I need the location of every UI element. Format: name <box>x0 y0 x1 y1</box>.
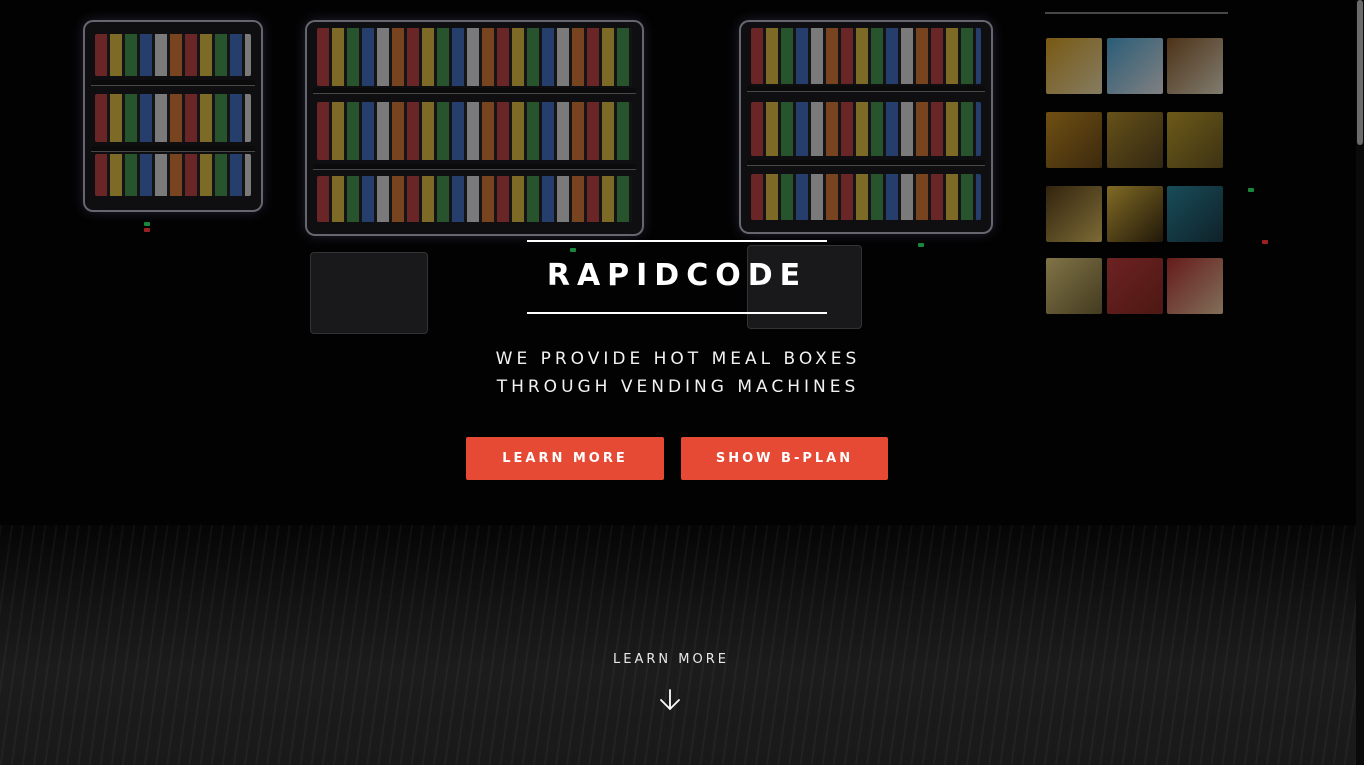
brand-frame: RAPIDCODE <box>527 240 827 314</box>
arrow-down-icon[interactable] <box>659 688 681 712</box>
scroll-learn-more-link[interactable]: LEARN MORE <box>571 652 771 667</box>
vending-machine-panel <box>739 20 993 234</box>
vending-machine-panel <box>83 20 263 212</box>
hero-section: RAPIDCODE WE PROVIDE HOT MEAL BOXES THRO… <box>0 0 1356 765</box>
page-scrollbar-thumb[interactable] <box>1357 0 1363 145</box>
tagline-line-1: WE PROVIDE HOT MEAL BOXES <box>495 349 861 369</box>
brand-title: RAPIDCODE <box>546 258 808 293</box>
vending-machine-panel <box>305 20 644 236</box>
learn-more-button[interactable]: LEARN MORE <box>466 437 664 480</box>
tagline-line-2: THROUGH VENDING MACHINES <box>496 377 860 397</box>
meal-box-display <box>1045 12 1228 319</box>
wooden-floor-background <box>0 525 1356 765</box>
show-bplan-button[interactable]: SHOW B-PLAN <box>681 437 888 480</box>
